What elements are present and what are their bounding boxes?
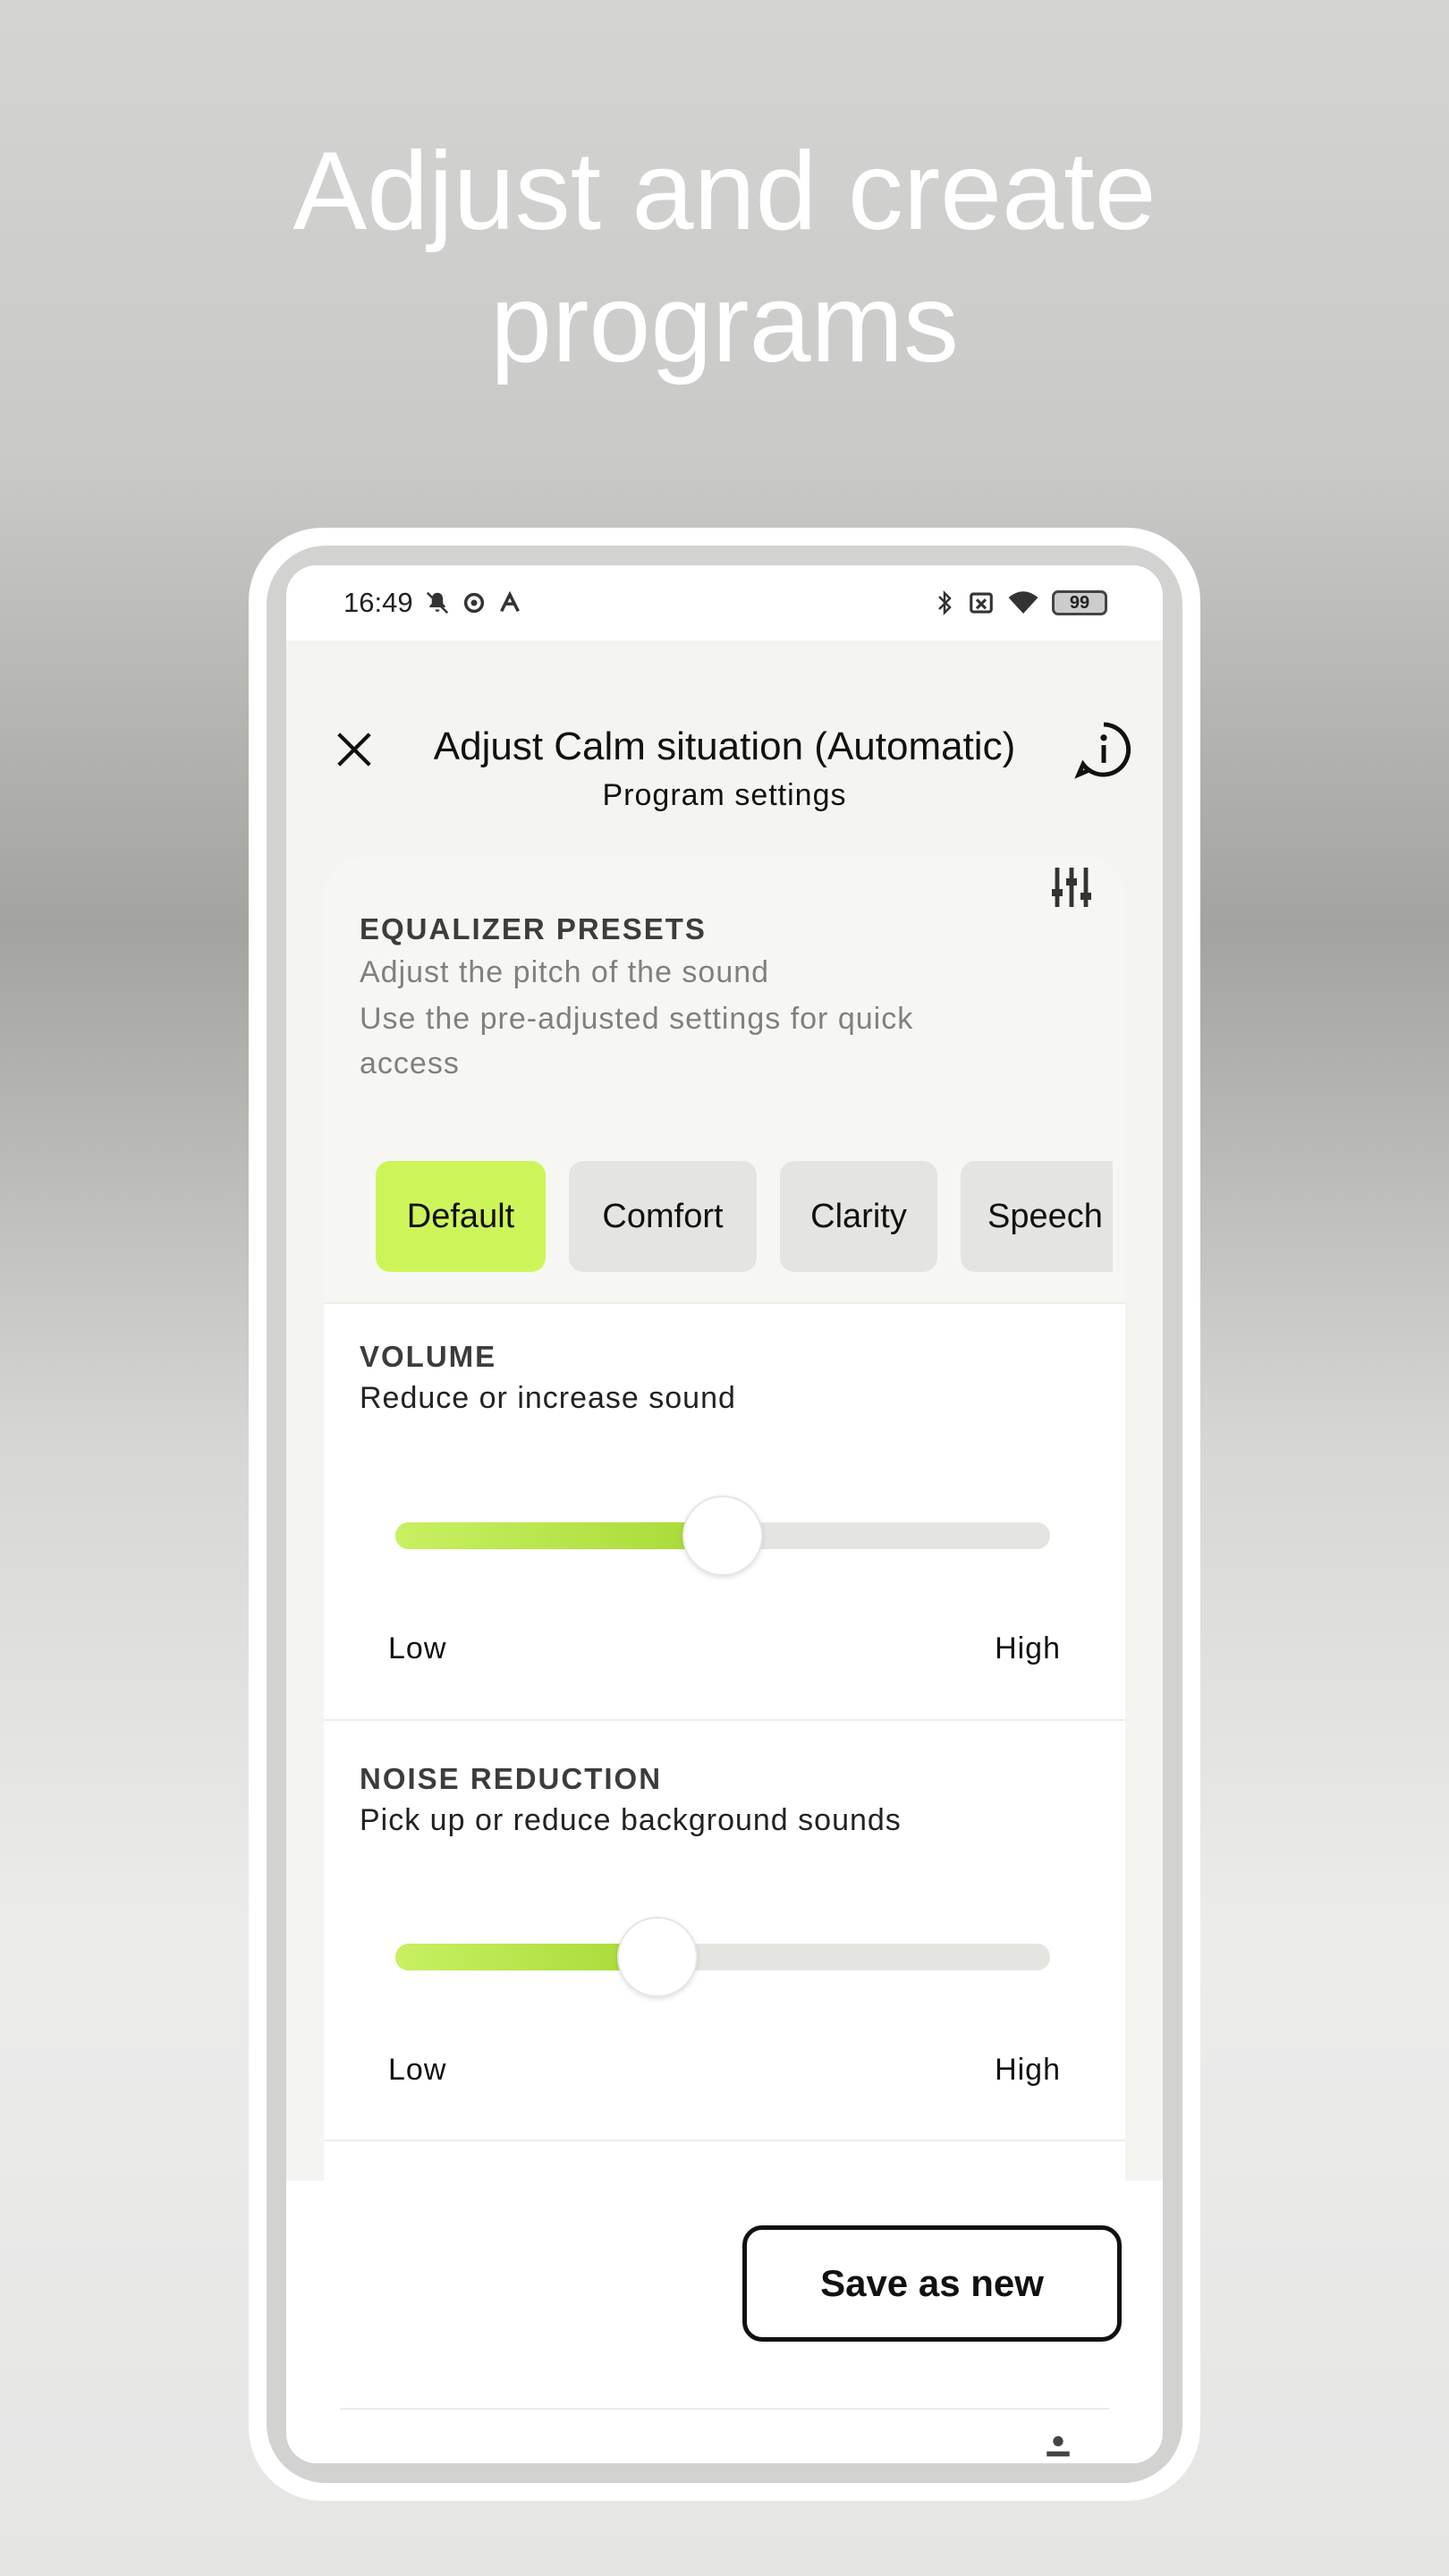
equalizer-desc-2: Use the pre-adjusted settings for quick … [360,1002,914,1080]
wifi-icon [1008,591,1038,614]
headline-line-1: Adjust and create [292,130,1157,253]
info-icon [1074,722,1131,779]
page-subtitle: Program settings [602,778,847,812]
top-app-bar: Adjust Calm situation (Automatic) Progra… [286,699,1163,834]
volume-high-label: High [995,1631,1061,1665]
volume-desc: Reduce or increase sound [360,1381,736,1415]
equalizer-title: EQUALIZER PRESETS [360,912,707,945]
equalizer-section: EQUALIZER PRESETS Adjust the pitch of th… [324,857,1125,1302]
noise-reduction-slider[interactable] [395,1944,1050,1970]
noise-reduction-slider-thumb[interactable] [616,1917,698,1997]
divider [324,1719,1125,1721]
equalizer-settings-icon[interactable] [1050,864,1093,911]
bottom-action-bar: Save as new [286,2181,1163,2463]
noise-reduction-desc: Pick up or reduce background sounds [360,1803,902,1837]
bluetooth-icon [938,589,952,616]
preset-chips: Default Comfort Clarity Speech [376,1161,1113,1272]
a-icon [499,590,520,613]
preset-chip-speech[interactable]: Speech [961,1161,1113,1272]
preset-chip-comfort[interactable]: Comfort [569,1161,757,1272]
noise-reduction-section: NOISE REDUCTION Pick up or reduce backgr… [324,1762,1125,1843]
bell-off-icon [426,591,448,614]
preset-chip-clarity[interactable]: Clarity [780,1161,937,1272]
promo-headline: Adjust and create programs [0,125,1449,390]
volume-section: VOLUME Reduce or increase sound [324,1340,1125,1420]
status-time: 16:49 [343,587,413,618]
save-as-new-button[interactable]: Save as new [742,2225,1122,2342]
noise-reduction-low-label: Low [388,2053,447,2087]
bottom-divider [340,2408,1109,2410]
divider [324,2140,1125,2141]
app-icon [463,592,484,614]
equalizer-desc-1: Adjust the pitch of the sound [360,955,770,989]
user-icon [1046,2436,1070,2457]
settings-card: EQUALIZER PRESETS Adjust the pitch of th… [324,857,1125,2199]
no-sim-icon [970,592,993,614]
status-bar: 16:49 99 [286,565,1163,640]
headline-line-2: programs [490,262,959,386]
noise-reduction-title: NOISE REDUCTION [360,1762,663,1795]
page-title: Adjust Calm situation (Automatic) [433,724,1016,768]
battery-indicator: 99 [1052,590,1107,615]
preset-chip-default[interactable]: Default [376,1161,546,1272]
divider [324,1302,1125,1304]
noise-reduction-high-label: High [995,2053,1061,2087]
volume-slider-fill [395,1522,723,1549]
volume-low-label: Low [388,1631,447,1665]
phone-screen: 16:49 99 Adjust Calm situation (Automati… [286,565,1163,2463]
volume-slider-thumb[interactable] [682,1496,763,1576]
info-button[interactable] [1072,717,1136,782]
volume-title: VOLUME [360,1340,497,1373]
